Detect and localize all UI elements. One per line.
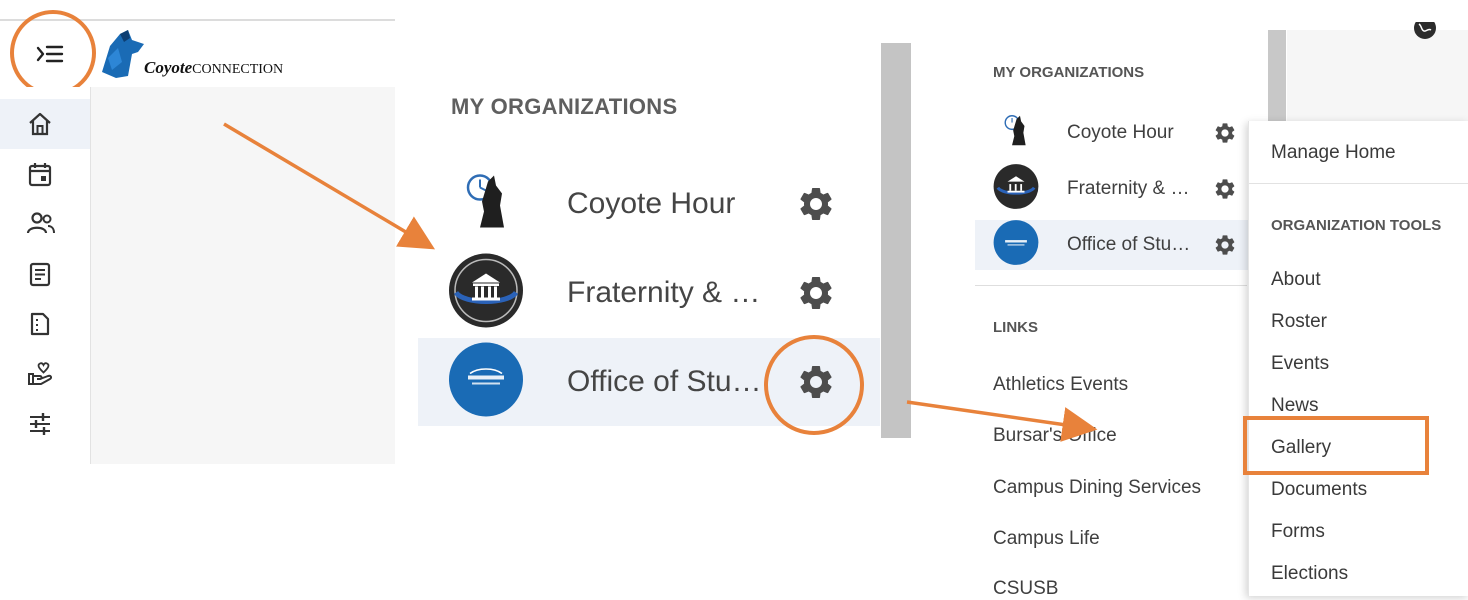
menu-item-elections[interactable]: Elections [1271,563,1348,585]
zoomed-org-row-coyote-hour[interactable]: Coyote Hour [418,160,880,248]
zoomed-orgs-title: MY ORGANIZATIONS [451,94,678,119]
sidebar-scrollbar[interactable] [1268,30,1286,126]
coyote-clock-avatar [466,172,508,237]
dropdown-divider [1249,183,1468,184]
gear-icon[interactable] [1213,177,1237,201]
sidebar-divider [975,285,1247,286]
sidebar-links-title: LINKS [993,319,1038,336]
sliders-icon [30,413,50,435]
zoomed-scrollbar[interactable] [881,43,911,438]
greek-building-avatar [448,253,524,334]
rail-item-service[interactable] [0,349,90,399]
menu-item-news[interactable]: News [1271,395,1319,417]
callout-box-gallery [1243,416,1429,475]
menu-item-forms[interactable]: Forms [1271,521,1325,543]
rail-item-documents[interactable] [0,299,90,349]
org-name: Coyote Hour [1067,122,1174,143]
nav-rail [0,87,91,464]
gear-icon[interactable] [796,184,836,224]
greek-building-avatar [993,164,1039,215]
calendar-icon [28,163,52,187]
sidebar-link[interactable]: Campus Dining Services [993,477,1201,499]
people-icon [26,212,55,234]
app-logo[interactable]: CoyoteCONNECTION [98,28,308,80]
coyote-clock-avatar [1003,114,1029,153]
rail-item-news[interactable] [0,249,90,299]
org-name: Coyote Hour [567,187,736,220]
logo-script-text: Coyote [144,58,193,77]
menu-item-events[interactable]: Events [1271,353,1329,375]
gear-icon[interactable] [1213,121,1237,145]
callout-circle-menu [10,10,96,96]
coyote-logo-icon [102,30,144,78]
sidebar-org-row-fraternity[interactable]: Fraternity & … [975,164,1250,214]
blue-seal-avatar [993,220,1039,271]
blue-seal-avatar [448,342,524,423]
rail-item-organizations[interactable] [0,199,90,249]
menu-item-roster[interactable]: Roster [1271,311,1327,333]
org-tools-title: ORGANIZATION TOOLS [1271,217,1442,234]
callout-circle-gear [764,335,864,435]
service-hand-heart-icon [28,362,53,385]
home-icon [29,112,51,136]
manage-home-item[interactable]: Manage Home [1271,142,1396,164]
menu-item-documents[interactable]: Documents [1271,479,1367,501]
zoomed-org-row-fraternity[interactable]: Fraternity & … [418,249,880,337]
sidebar-org-row-office-of-student[interactable]: Office of Stu… [975,220,1250,270]
org-name: Fraternity & … [1067,178,1190,199]
org-name: Fraternity & … [567,276,761,309]
sidebar-link[interactable]: Athletics Events [993,374,1128,396]
gear-icon[interactable] [796,273,836,313]
main-content-area [91,87,395,464]
rail-item-events[interactable] [0,149,90,199]
logo-caps-text: CONNECTION [192,62,284,77]
menu-item-about[interactable]: About [1271,269,1321,291]
sidebar-link[interactable]: CSUSB [993,578,1058,600]
globe-icon[interactable] [1411,22,1439,46]
org-name: Office of Stu… [1067,234,1191,255]
rail-item-home[interactable] [0,99,90,149]
org-tools-dropdown: Manage Home ORGANIZATION TOOLS About Ros… [1248,121,1468,596]
rail-item-settings[interactable] [0,399,90,449]
gear-icon[interactable] [1213,233,1237,257]
sidebar-org-row-coyote-hour[interactable]: Coyote Hour [975,108,1250,158]
page-background-right [1287,30,1468,130]
documents-icon [30,312,50,336]
org-name: Office of Stu… [567,365,762,398]
sidebar-orgs-title: MY ORGANIZATIONS [993,64,1145,81]
sidebar-link[interactable]: Campus Life [993,528,1100,550]
logo-wordmark: CoyoteCONNECTION [144,58,283,78]
news-icon [29,262,51,287]
sidebar-link[interactable]: Bursar's Office [993,425,1117,447]
